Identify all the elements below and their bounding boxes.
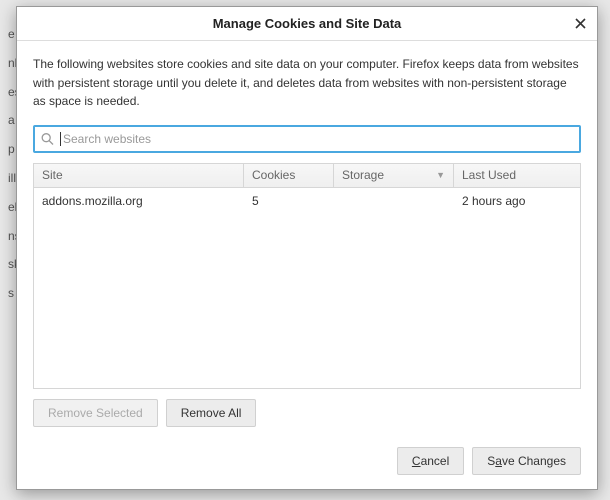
column-header-cookies[interactable]: Cookies [244,164,334,187]
remove-all-button[interactable]: Remove All [166,399,257,427]
column-header-lastused[interactable]: Last Used [454,164,580,187]
row-action-buttons: Remove Selected Remove All [33,399,581,427]
sort-descending-icon: ▼ [436,170,445,180]
sites-table: Site Cookies Storage ▼ Last Used addons.… [33,163,581,389]
column-header-site[interactable]: Site [34,164,244,187]
dialog-title: Manage Cookies and Site Data [213,16,402,31]
dialog-titlebar: Manage Cookies and Site Data [17,7,597,41]
remove-selected-button[interactable]: Remove Selected [33,399,158,427]
dialog-footer: Cancel Save Changes [17,435,597,489]
save-changes-button[interactable]: Save Changes [472,447,581,475]
search-field-wrap [33,125,581,153]
cell-site: addons.mozilla.org [34,194,244,208]
cell-lastused: 2 hours ago [454,194,580,208]
dialog-content: The following websites store cookies and… [17,41,597,435]
close-icon [575,16,586,32]
dialog-description: The following websites store cookies and… [33,55,581,111]
text-cursor [60,132,61,146]
cell-cookies: 5 [244,194,334,208]
manage-cookies-dialog: Manage Cookies and Site Data The followi… [16,6,598,490]
search-icon [41,132,54,145]
column-header-storage[interactable]: Storage ▼ [334,164,454,187]
table-body: addons.mozilla.org 5 2 hours ago [34,188,580,388]
search-input[interactable] [33,125,581,153]
close-button[interactable] [569,13,591,35]
table-header: Site Cookies Storage ▼ Last Used [34,164,580,188]
cancel-button[interactable]: Cancel [397,447,464,475]
table-row[interactable]: addons.mozilla.org 5 2 hours ago [34,188,580,214]
